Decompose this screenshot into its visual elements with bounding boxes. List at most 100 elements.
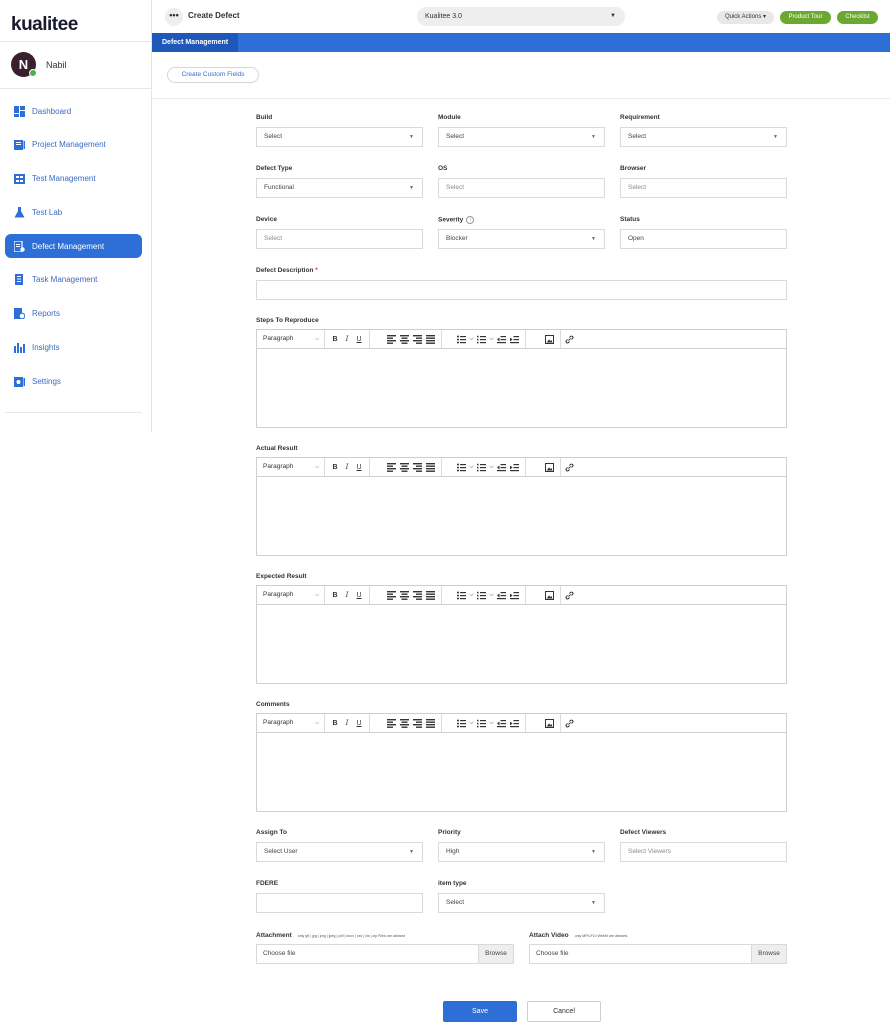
align-left-icon[interactable]	[387, 718, 396, 728]
image-icon[interactable]	[545, 462, 554, 472]
build-select[interactable]: Select ▼	[256, 127, 423, 147]
avatar[interactable]: N	[11, 52, 37, 77]
module-select[interactable]: Select ▼	[438, 127, 605, 147]
chevron-down-icon[interactable]: ⌵	[468, 336, 475, 343]
info-icon[interactable]: i	[466, 216, 475, 224]
assign-to-select[interactable]: Select User ▼	[256, 842, 423, 862]
user-profile[interactable]: N Nabil	[11, 52, 67, 77]
link-icon[interactable]	[565, 335, 574, 344]
link-icon[interactable]	[565, 719, 574, 728]
align-left-icon[interactable]	[387, 334, 396, 344]
image-icon[interactable]	[545, 334, 554, 344]
numbered-list-icon[interactable]	[477, 463, 486, 472]
defect-viewers-field[interactable]: Select Viewers	[620, 842, 787, 862]
sidebar-item-dashboard[interactable]: Dashboard	[5, 99, 142, 123]
status-field[interactable]: Open	[620, 229, 787, 249]
italic-icon[interactable]: I	[341, 335, 353, 343]
image-icon[interactable]	[545, 590, 554, 600]
sidebar-item-insights[interactable]: Insights	[5, 336, 142, 360]
sidebar-item-test-lab[interactable]: Test Lab	[5, 200, 142, 224]
image-icon[interactable]	[545, 718, 554, 728]
align-center-icon[interactable]	[400, 334, 409, 344]
numbered-list-icon[interactable]	[477, 591, 486, 600]
bulleted-list-icon[interactable]	[457, 463, 466, 472]
bold-icon[interactable]: B	[329, 720, 341, 727]
align-right-icon[interactable]	[413, 590, 422, 600]
more-options-button[interactable]: •••	[165, 8, 183, 26]
align-center-icon[interactable]	[400, 462, 409, 472]
align-left-icon[interactable]	[387, 590, 396, 600]
device-field[interactable]: Select	[256, 229, 423, 249]
bulleted-list-icon[interactable]	[457, 719, 466, 728]
chevron-down-icon[interactable]: ⌵	[468, 592, 475, 599]
bold-icon[interactable]: B	[329, 592, 341, 599]
save-button[interactable]: Save	[443, 1001, 517, 1022]
checklist-button[interactable]: Checklist	[837, 11, 878, 24]
browser-field[interactable]: Select	[620, 178, 787, 198]
underline-icon[interactable]: U	[353, 592, 365, 599]
italic-icon[interactable]: I	[341, 463, 353, 471]
create-custom-fields-button[interactable]: Create Custom Fields	[167, 67, 259, 83]
link-icon[interactable]	[565, 463, 574, 472]
kualitee-logo[interactable]: kualitee	[11, 14, 78, 36]
indent-icon[interactable]	[510, 463, 519, 472]
requirement-select[interactable]: Select ▼	[620, 127, 787, 147]
sidebar-item-project-management[interactable]: Project Management	[5, 133, 142, 157]
defect-description-input[interactable]	[256, 280, 787, 300]
bulleted-list-icon[interactable]	[457, 335, 466, 344]
os-field[interactable]: Select	[438, 178, 605, 198]
chevron-down-icon[interactable]: ⌵	[488, 592, 495, 599]
indent-icon[interactable]	[510, 719, 519, 728]
align-right-icon[interactable]	[413, 718, 422, 728]
sidebar-item-reports[interactable]: Reports	[5, 302, 142, 326]
browse-button[interactable]: Browse	[478, 945, 513, 963]
chevron-down-icon[interactable]: ⌵	[488, 336, 495, 343]
tab-defect-management[interactable]: Defect Management	[152, 33, 238, 52]
paragraph-select[interactable]: Paragraph ⌵	[257, 458, 325, 476]
outdent-icon[interactable]	[497, 719, 506, 728]
chevron-down-icon[interactable]: ⌵	[488, 720, 495, 727]
align-justify-icon[interactable]	[426, 590, 435, 600]
chevron-down-icon[interactable]: ⌵	[468, 464, 475, 471]
defect-type-select[interactable]: Functional ▼	[256, 178, 423, 198]
product-tour-button[interactable]: Product Tour	[780, 11, 831, 24]
priority-select[interactable]: High ▼	[438, 842, 605, 862]
bulleted-list-icon[interactable]	[457, 591, 466, 600]
italic-icon[interactable]: I	[341, 719, 353, 727]
underline-icon[interactable]: U	[353, 336, 365, 343]
paragraph-select[interactable]: Paragraph ⌵	[257, 714, 325, 732]
attach-video-file-input[interactable]: Choose file Browse	[529, 944, 787, 964]
align-justify-icon[interactable]	[426, 334, 435, 344]
project-select[interactable]: Kualitee 3.0 ▼	[417, 7, 625, 26]
fdere-input[interactable]	[256, 893, 423, 913]
outdent-icon[interactable]	[497, 591, 506, 600]
numbered-list-icon[interactable]	[477, 719, 486, 728]
align-right-icon[interactable]	[413, 334, 422, 344]
item-type-select[interactable]: Select ▼	[438, 893, 605, 913]
quick-actions-button[interactable]: Quick Actions ▾	[717, 11, 774, 24]
outdent-icon[interactable]	[497, 463, 506, 472]
link-icon[interactable]	[565, 591, 574, 600]
bold-icon[interactable]: B	[329, 336, 341, 343]
indent-icon[interactable]	[510, 335, 519, 344]
sidebar-item-settings[interactable]: Settings	[5, 369, 142, 393]
align-left-icon[interactable]	[387, 462, 396, 472]
italic-icon[interactable]: I	[341, 591, 353, 599]
cancel-button[interactable]: Cancel	[527, 1001, 601, 1022]
outdent-icon[interactable]	[497, 335, 506, 344]
numbered-list-icon[interactable]	[477, 335, 486, 344]
severity-select[interactable]: Blocker ▼	[438, 229, 605, 249]
underline-icon[interactable]: U	[353, 464, 365, 471]
paragraph-select[interactable]: Paragraph ⌵	[257, 330, 325, 348]
paragraph-select[interactable]: Paragraph ⌵	[257, 586, 325, 604]
sidebar-item-defect-management[interactable]: Defect Management	[5, 234, 142, 259]
bold-icon[interactable]: B	[329, 464, 341, 471]
sidebar-item-task-management[interactable]: Task Management	[5, 268, 142, 292]
align-justify-icon[interactable]	[426, 718, 435, 728]
align-center-icon[interactable]	[400, 590, 409, 600]
indent-icon[interactable]	[510, 591, 519, 600]
align-justify-icon[interactable]	[426, 462, 435, 472]
chevron-down-icon[interactable]: ⌵	[468, 720, 475, 727]
underline-icon[interactable]: U	[353, 720, 365, 727]
browse-button[interactable]: Browse	[751, 945, 786, 963]
